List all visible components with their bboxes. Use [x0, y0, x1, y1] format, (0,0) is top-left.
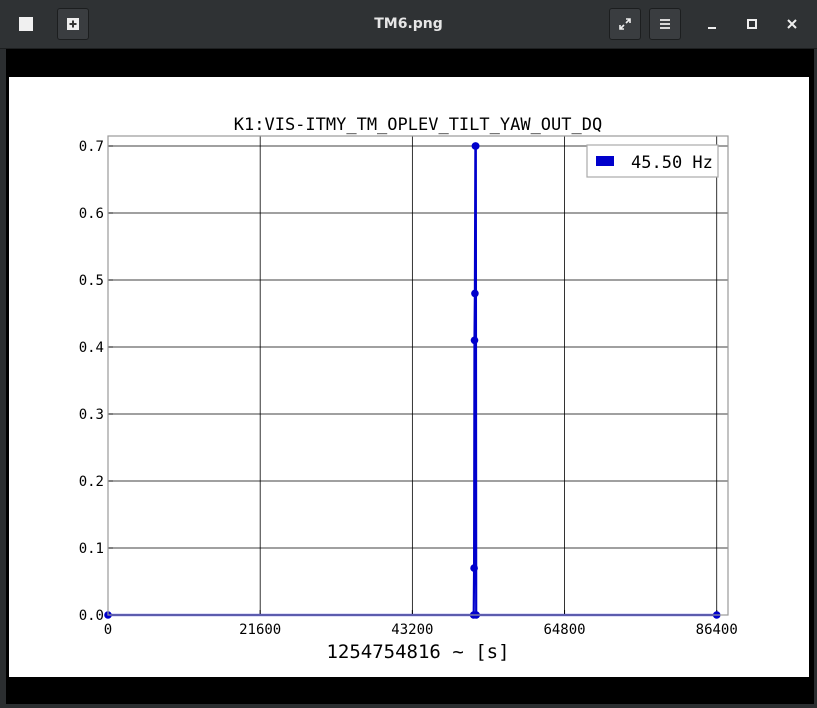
- y-tick-label: 0.6: [79, 206, 104, 222]
- plot-frame: [107, 135, 729, 616]
- data-point: [470, 336, 479, 345]
- y-tick-label: 0.4: [79, 340, 104, 356]
- title-bar: TM6.png: [0, 0, 817, 49]
- x-tick-label: 64800: [543, 622, 585, 638]
- grid-lines: [108, 136, 728, 615]
- y-tick-label: 0.0: [79, 608, 104, 624]
- x-tick-label: 21600: [239, 622, 281, 638]
- data-point: [471, 142, 480, 150]
- y-tick-label: 0.7: [79, 139, 104, 155]
- y-tick-label: 0.3: [79, 407, 104, 423]
- x-tick-label: 86400: [696, 622, 738, 638]
- close-button[interactable]: [780, 12, 804, 36]
- new-tab-button[interactable]: [57, 8, 89, 40]
- window-icon[interactable]: [14, 12, 38, 36]
- expand-icon: [619, 18, 631, 30]
- fullscreen-button[interactable]: [609, 8, 641, 40]
- plus-box-icon: [67, 18, 79, 30]
- minimize-button[interactable]: [700, 12, 724, 36]
- window-title: TM6.png: [374, 16, 443, 32]
- x-tick-label: 0: [104, 622, 112, 638]
- close-icon: [787, 19, 797, 29]
- legend-label: 45.50 Hz: [631, 153, 713, 173]
- hamburger-icon: [660, 19, 670, 29]
- y-tick-label: 0.5: [79, 273, 104, 289]
- x-axis-label: 1254754816 ~ [s]: [326, 641, 509, 663]
- chart-svg: 0 21600 43200 64800 86400 0.0 0.1 0.2 0.3 0.4 0.5…: [79, 115, 738, 663]
- y-tick-label: 0.1: [79, 541, 104, 557]
- minimize-icon: [708, 27, 716, 29]
- menu-button[interactable]: [649, 8, 681, 40]
- y-tick-label: 0.2: [79, 474, 104, 490]
- chart-title: K1:VIS-ITMY_TM_OPLEV_TILT_YAW_OUT_DQ: [234, 115, 602, 135]
- data-point: [471, 289, 479, 298]
- legend: 45.50 Hz: [586, 144, 719, 178]
- legend-swatch: [596, 156, 614, 166]
- maximize-button[interactable]: [740, 12, 764, 36]
- maximize-icon: [747, 19, 757, 29]
- chart-figure: 0 21600 43200 64800 86400 0.0 0.1 0.2 0.3 0.4 0.5…: [9, 77, 809, 677]
- x-tick-label: 43200: [391, 622, 433, 638]
- data-point: [470, 564, 478, 572]
